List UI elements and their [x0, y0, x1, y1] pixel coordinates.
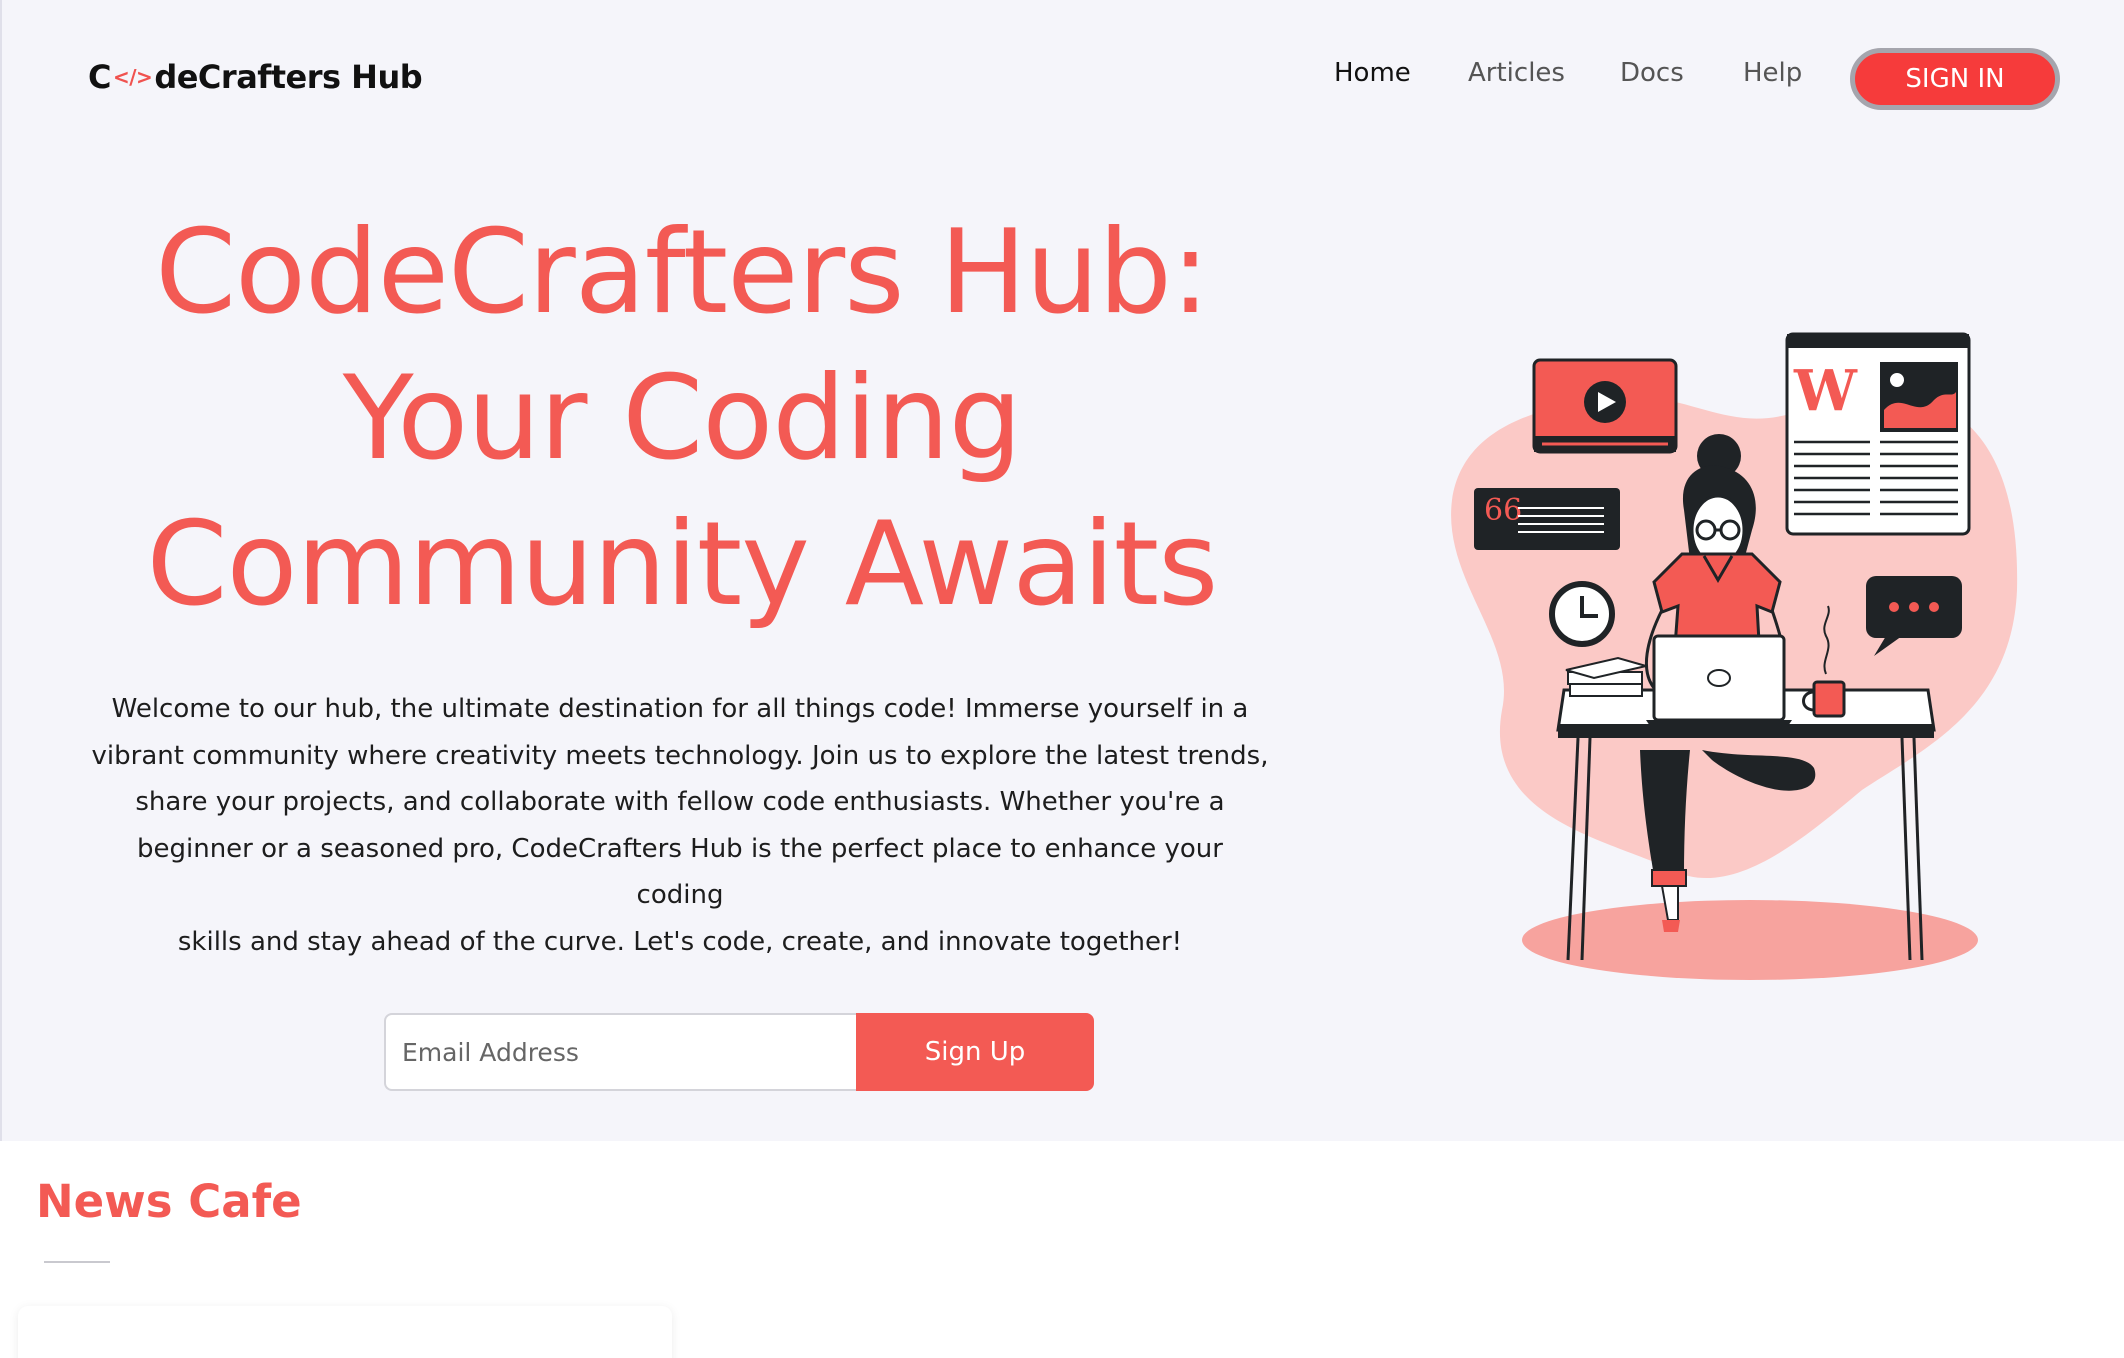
- hero-description: Welcome to our hub, the ultimate destina…: [90, 686, 1270, 965]
- hero-title-line: Community Awaits: [146, 497, 1219, 632]
- hero-section: C </> deCrafters Hub Home Articles Docs He…: [0, 0, 2124, 1141]
- signup-form: Sign Up: [384, 1013, 1094, 1091]
- news-card[interactable]: [18, 1306, 672, 1358]
- description-line: skills and stay ahead of the curve. Let'…: [177, 926, 1183, 957]
- svg-text:66: 66: [1484, 493, 1522, 528]
- sign-in-button[interactable]: SIGN IN: [1850, 48, 2060, 110]
- clock-icon: [1549, 581, 1615, 647]
- code-brackets-icon: </>: [112, 65, 153, 89]
- nav-home[interactable]: Home: [1334, 58, 1411, 88]
- wiki-article-icon: W: [1785, 332, 1971, 536]
- quote-icon: 66: [1474, 488, 1620, 550]
- laptop-icon: [1646, 634, 1792, 726]
- svg-text:W: W: [1793, 358, 1858, 424]
- site-logo[interactable]: C </> deCrafters Hub: [88, 58, 423, 96]
- nav-docs[interactable]: Docs: [1620, 58, 1684, 88]
- email-field[interactable]: [384, 1013, 856, 1091]
- nav-help[interactable]: Help: [1743, 58, 1802, 88]
- coding-woman-illustration: W 66: [1451, 332, 2018, 980]
- nav-articles[interactable]: Articles: [1468, 58, 1565, 88]
- news-section-title: News Cafe: [36, 1175, 302, 1228]
- sign-up-button[interactable]: Sign Up: [856, 1013, 1094, 1091]
- hero-title-line: CodeCrafters Hub:: [155, 205, 1210, 340]
- logo-suffix: deCrafters Hub: [154, 58, 423, 96]
- hero-title-line: Your Coding: [342, 351, 1023, 486]
- description-line: vibrant community where creativity meets…: [91, 740, 1269, 771]
- description-line: beginner or a seasoned pro, CodeCrafters…: [137, 833, 1223, 911]
- hero-title: CodeCrafters Hub: Your Coding Community …: [82, 200, 1282, 638]
- description-line: share your projects, and collaborate wit…: [135, 787, 1225, 817]
- description-line: Welcome to our hub, the ultimate destina…: [111, 694, 1249, 724]
- section-divider: [44, 1261, 110, 1263]
- video-play-icon: [1532, 358, 1678, 454]
- logo-prefix: C: [88, 58, 111, 96]
